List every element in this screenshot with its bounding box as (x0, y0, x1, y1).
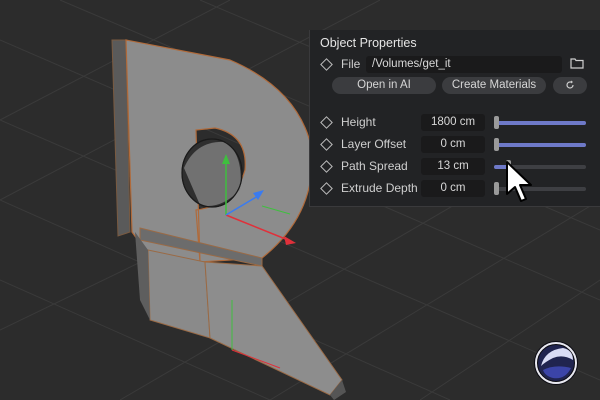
extrude-depth-value-field[interactable]: 0 cm (421, 180, 485, 197)
file-path-field[interactable]: /Volumes/get_it (366, 56, 562, 73)
property-label: Path Spread (341, 159, 408, 173)
create-materials-button[interactable]: Create Materials (442, 77, 546, 94)
property-label: Extrude Depth (341, 181, 418, 195)
slider-fill (494, 121, 586, 125)
layer-offset-slider[interactable] (494, 138, 586, 151)
height-slider[interactable] (494, 116, 586, 129)
diamond-keyframe-icon[interactable] (320, 116, 333, 129)
cinema4d-logo-icon (534, 341, 578, 385)
slider-thumb[interactable] (494, 138, 499, 151)
diamond-keyframe-icon[interactable] (320, 160, 333, 173)
mouse-cursor-icon (506, 161, 532, 202)
path-spread-value-field[interactable]: 13 cm (421, 158, 485, 175)
slider-thumb[interactable] (494, 182, 499, 195)
refresh-button[interactable] (553, 77, 587, 94)
object-properties-panel: Object Properties File /Volumes/get_it O… (309, 30, 600, 207)
property-label: Layer Offset (341, 137, 407, 151)
diamond-keyframe-icon[interactable] (320, 182, 333, 195)
layer-offset-value-field[interactable]: 0 cm (421, 136, 485, 153)
file-label: File (341, 57, 361, 71)
slider-fill (494, 143, 586, 147)
slider-thumb[interactable] (494, 116, 499, 129)
panel-title: Object Properties (320, 36, 417, 50)
open-in-ai-button[interactable]: Open in AI (332, 77, 436, 94)
refresh-icon (566, 80, 574, 89)
property-label: Height (341, 115, 376, 129)
folder-icon[interactable] (570, 57, 584, 69)
diamond-keyframe-icon[interactable] (320, 138, 333, 151)
height-value-field[interactable]: 1800 cm (421, 114, 485, 131)
diamond-keyframe-icon[interactable] (320, 58, 333, 71)
